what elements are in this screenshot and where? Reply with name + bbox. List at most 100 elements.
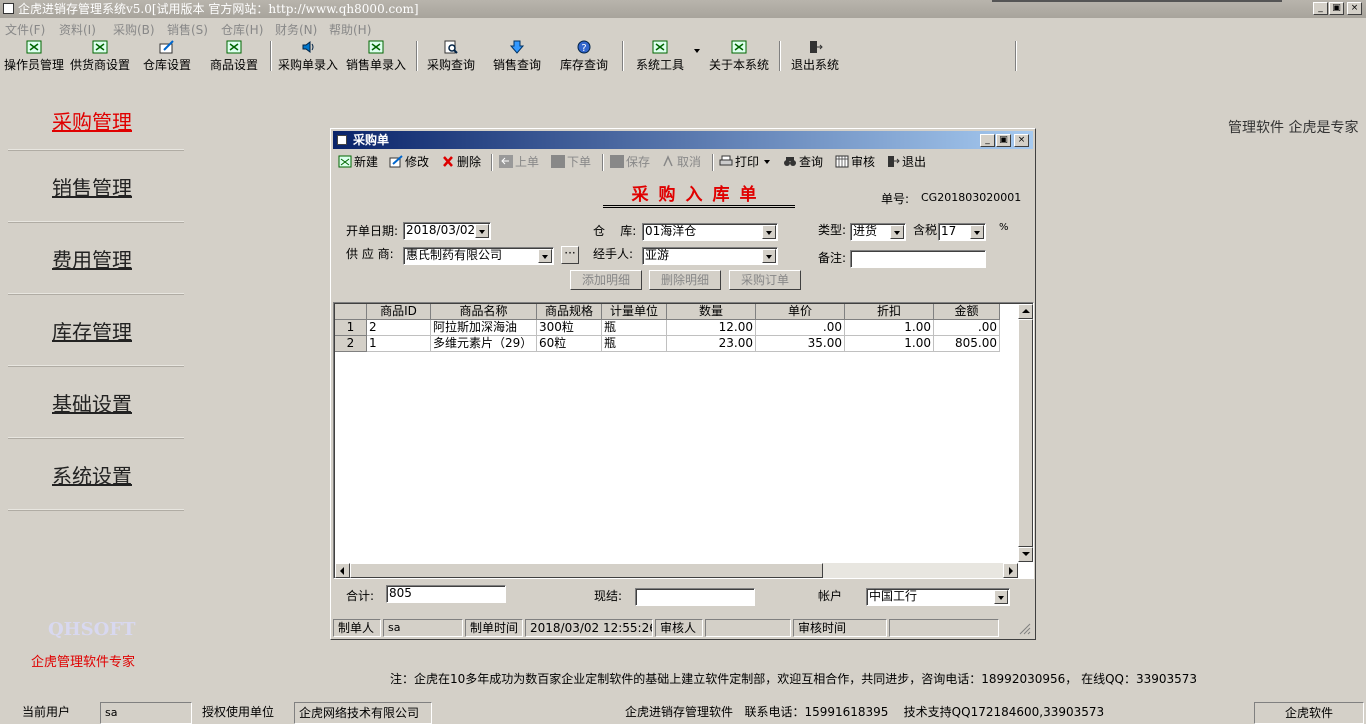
scroll-up-button[interactable] xyxy=(1018,304,1033,319)
chevron-down-icon[interactable] xyxy=(475,224,489,238)
total-field[interactable]: 805 xyxy=(386,585,506,603)
column-header[interactable]: 数量 xyxy=(667,304,756,320)
warehouse-setting-button[interactable]: 仓库设置 xyxy=(142,40,192,74)
supplier-select[interactable]: 惠氏制药有限公司 xyxy=(403,247,554,265)
column-header[interactable]: 金额 xyxy=(934,304,1000,320)
stock-query-button[interactable]: ? 库存查询 xyxy=(559,40,609,74)
cell-product-id[interactable]: 2 xyxy=(367,320,431,336)
scroll-right-button[interactable] xyxy=(1003,563,1018,578)
menu-warehouse[interactable]: 仓库(H) xyxy=(221,21,263,38)
account-select[interactable]: 中国工行 xyxy=(866,588,1010,606)
sales-entry-button[interactable]: 销售单录入 xyxy=(345,40,407,74)
dialog-close-button[interactable]: × xyxy=(1014,134,1029,147)
print-dropdown-icon[interactable] xyxy=(764,160,771,164)
product-setting-button[interactable]: 商品设置 xyxy=(209,40,259,74)
delete-detail-button[interactable]: 删除明细 xyxy=(649,270,721,290)
column-header[interactable]: 商品ID xyxy=(367,304,431,320)
scroll-left-button[interactable] xyxy=(335,563,350,578)
purchase-query-button[interactable]: 采购查询 xyxy=(426,40,476,74)
add-detail-button[interactable]: 添加明细 xyxy=(570,270,642,290)
chevron-down-icon[interactable] xyxy=(762,225,776,239)
delete-button[interactable]: 删除 xyxy=(441,153,481,171)
column-header[interactable]: 商品规格 xyxy=(537,304,602,320)
edit-button[interactable]: 修改 xyxy=(389,153,429,171)
menu-file[interactable]: 文件(F) xyxy=(5,21,45,38)
close-button[interactable]: × xyxy=(1347,2,1362,15)
nav-basic-settings[interactable]: 基础设置 xyxy=(8,366,184,438)
column-header[interactable]: 计量单位 xyxy=(602,304,667,320)
save-button[interactable]: 保存 xyxy=(610,153,650,171)
next-button[interactable]: 下单 xyxy=(551,153,591,171)
prev-button[interactable]: 上单 xyxy=(499,153,539,171)
date-picker[interactable]: 2018/03/02 xyxy=(403,222,491,240)
cell-amount[interactable]: .00 xyxy=(934,320,1000,336)
dialog-minimize-button[interactable]: _ xyxy=(980,134,995,147)
chevron-down-icon[interactable] xyxy=(538,249,552,263)
column-header[interactable]: 折扣 xyxy=(845,304,934,320)
tax-select[interactable]: 17 xyxy=(938,223,986,241)
cell-discount[interactable]: 1.00 xyxy=(845,320,934,336)
cell-spec[interactable]: 60粒 xyxy=(537,336,602,352)
sales-query-button[interactable]: 销售查询 xyxy=(492,40,542,74)
chevron-down-icon[interactable] xyxy=(994,590,1008,604)
warehouse-select[interactable]: 01海洋仓 xyxy=(642,223,778,241)
cell-quantity[interactable]: 23.00 xyxy=(667,336,756,352)
audit-button[interactable]: 审核 xyxy=(835,153,875,171)
menu-help[interactable]: 帮助(H) xyxy=(329,21,371,38)
vertical-scroll-thumb[interactable] xyxy=(1018,319,1033,547)
cell-quantity[interactable]: 12.00 xyxy=(667,320,756,336)
nav-system-settings[interactable]: 系统设置 xyxy=(8,438,184,510)
minimize-button[interactable]: _ xyxy=(1313,2,1328,15)
menu-data[interactable]: 资料(I) xyxy=(59,21,96,38)
purchase-entry-button[interactable]: 采购单录入 xyxy=(277,40,339,74)
restore-button[interactable]: ▣ xyxy=(1329,2,1344,15)
chevron-down-icon[interactable] xyxy=(970,225,984,239)
print-button[interactable]: 打印 xyxy=(719,153,771,171)
system-tools-dropdown-icon[interactable] xyxy=(694,49,700,53)
row-number[interactable]: 1 xyxy=(335,320,367,336)
operator-manage-button[interactable]: 操作员管理 xyxy=(3,40,65,74)
column-header[interactable]: 单价 xyxy=(756,304,845,320)
chevron-down-icon[interactable] xyxy=(890,225,904,239)
horizontal-scrollbar[interactable] xyxy=(335,563,1018,578)
nav-expense[interactable]: 费用管理 xyxy=(8,222,184,294)
cell-price[interactable]: .00 xyxy=(756,320,845,336)
cell-unit[interactable]: 瓶 xyxy=(602,320,667,336)
menu-sales[interactable]: 销售(S) xyxy=(167,21,208,38)
cell-product-name[interactable]: 多维元素片（29） xyxy=(431,336,537,352)
cell-price[interactable]: 35.00 xyxy=(756,336,845,352)
horizontal-scroll-thumb[interactable] xyxy=(350,563,823,578)
new-button[interactable]: 新建 xyxy=(338,153,378,171)
column-header[interactable]: 商品名称 xyxy=(431,304,537,320)
system-tools-button[interactable]: 系统工具 xyxy=(635,40,685,74)
nav-inventory[interactable]: 库存管理 xyxy=(8,294,184,366)
query-button[interactable]: 查询 xyxy=(783,153,823,171)
scroll-down-button[interactable] xyxy=(1018,547,1033,562)
cell-product-name[interactable]: 阿拉斯加深海油 xyxy=(431,320,537,336)
cell-unit[interactable]: 瓶 xyxy=(602,336,667,352)
chevron-down-icon[interactable] xyxy=(762,249,776,263)
cash-input[interactable] xyxy=(635,588,755,606)
supplier-setting-button[interactable]: 供货商设置 xyxy=(69,40,131,74)
purchase-order-button[interactable]: 采购订单 xyxy=(729,270,801,290)
dialog-maximize-button[interactable]: ▣ xyxy=(996,134,1011,147)
menu-purchase[interactable]: 采购(B) xyxy=(113,21,155,38)
nav-purchase[interactable]: 采购管理 xyxy=(8,84,184,150)
cell-spec[interactable]: 300粒 xyxy=(537,320,602,336)
exit-system-button[interactable]: 退出系统 xyxy=(790,40,840,74)
cell-discount[interactable]: 1.00 xyxy=(845,336,934,352)
type-select[interactable]: 进货 xyxy=(850,223,906,241)
cell-product-id[interactable]: 1 xyxy=(367,336,431,352)
resize-grip-icon[interactable] xyxy=(1019,623,1031,635)
cell-amount[interactable]: 805.00 xyxy=(934,336,1000,352)
handler-select[interactable]: 亚游 xyxy=(642,247,778,265)
exit-button[interactable]: 退出 xyxy=(886,153,926,171)
cancel-button[interactable]: 取消 xyxy=(661,153,701,171)
vertical-scrollbar[interactable] xyxy=(1018,304,1033,562)
menu-finance[interactable]: 财务(N) xyxy=(275,21,317,38)
supplier-browse-button[interactable]: ··· xyxy=(561,246,579,264)
nav-sales[interactable]: 销售管理 xyxy=(8,150,184,222)
about-button[interactable]: 关于本系统 xyxy=(708,40,770,74)
note-input[interactable] xyxy=(850,250,986,268)
row-number[interactable]: 2 xyxy=(335,336,367,352)
